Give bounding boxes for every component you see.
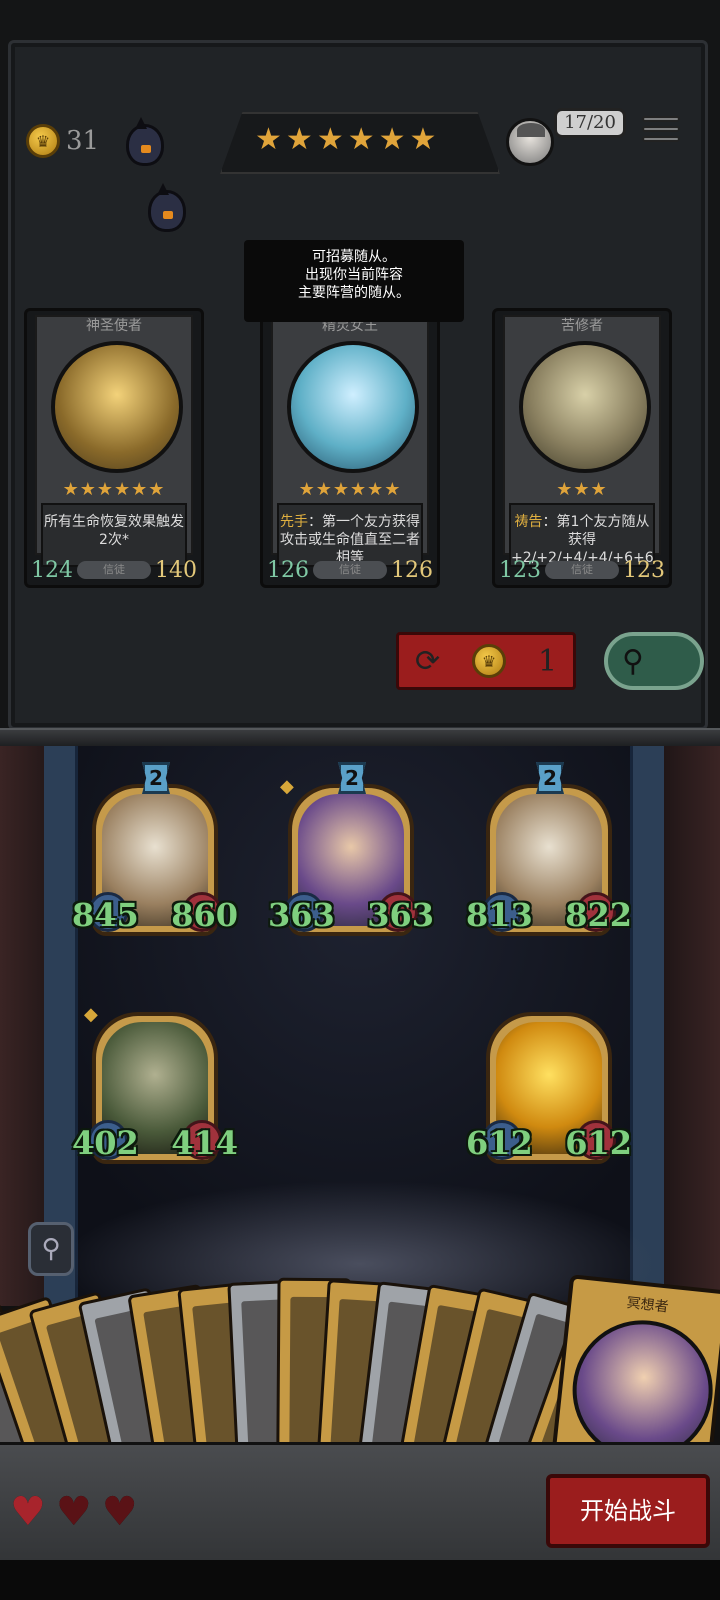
- minion-tier: 2: [142, 762, 170, 794]
- star-icon: ★: [347, 122, 375, 157]
- shop-card[interactable]: 精灵女王 ★★★★★★ 先手：第一个友方获得攻击或生命值直至二者相等 信徒 12…: [260, 308, 440, 588]
- menu-button[interactable]: [642, 116, 680, 152]
- minion-tier: 2: [338, 762, 366, 794]
- minion-health: 414: [171, 1124, 238, 1162]
- minion-attack: 612: [466, 1124, 533, 1162]
- gold-value: 31: [66, 126, 100, 156]
- player-avatar-icon[interactable]: [506, 118, 554, 166]
- minion-capacity: 17/20: [554, 108, 626, 138]
- card-stars: ★★★★★★: [298, 479, 402, 500]
- start-battle-button[interactable]: 开始战斗: [546, 1474, 710, 1548]
- refresh-icon: ⟳: [414, 643, 441, 679]
- board-minion[interactable]: 612 612: [466, 990, 632, 1164]
- card-attack: 123: [499, 558, 541, 583]
- crow-icon[interactable]: [126, 117, 164, 166]
- board-minion[interactable]: 2 813 822: [466, 762, 632, 936]
- search-icon: ⚲: [622, 643, 644, 679]
- star-icon: ★: [255, 122, 282, 157]
- card-attack: 126: [267, 558, 309, 583]
- divider: [0, 728, 720, 746]
- shop-card[interactable]: 神圣使者 ★★★★★★ 所有生命恢复效果触发2次* 信徒 124 140: [24, 308, 204, 588]
- card-portrait: [287, 341, 419, 473]
- heart-icon: ♥: [10, 1489, 46, 1535]
- crown-coin-icon: ♛: [26, 124, 60, 158]
- diamond-badge-icon: ◆: [280, 776, 294, 797]
- minion-attack: 402: [72, 1124, 139, 1162]
- minion-attack: 363: [268, 896, 335, 934]
- star-icon: ★: [378, 122, 406, 157]
- heart-icon: ♥: [55, 1489, 92, 1535]
- minion-tier: 2: [536, 762, 564, 794]
- card-name: 神圣使者: [86, 318, 142, 334]
- star-icon: ★: [285, 122, 313, 157]
- minion-attack: 845: [72, 896, 139, 934]
- card-stars: ★★★★★★: [62, 479, 166, 500]
- card-health: 123: [623, 558, 665, 583]
- card-health: 140: [155, 558, 197, 583]
- minion-health: 822: [565, 896, 632, 934]
- card-portrait: [51, 341, 183, 473]
- card-tribe: 信徒: [545, 561, 619, 579]
- card-portrait: [519, 341, 651, 473]
- lives: ♥ ♥ ♥: [10, 1492, 138, 1532]
- card-stars: ★★★: [556, 479, 608, 500]
- star-icon: ★: [409, 122, 437, 157]
- board-minion[interactable]: 2 ◆ 363 363: [268, 762, 434, 936]
- crow-icon[interactable]: [148, 183, 186, 232]
- card-name: 冥想者: [625, 1295, 670, 1316]
- card-tribe: 信徒: [313, 561, 387, 579]
- board-minion[interactable]: ◆ 402 414: [72, 990, 238, 1164]
- star-icon: ★: [316, 122, 344, 157]
- tavern-tier-stars: ★ ★ ★ ★ ★ ★: [255, 124, 436, 156]
- diamond-badge-icon: ◆: [84, 1004, 98, 1025]
- minion-attack: 813: [466, 896, 533, 934]
- refresh-button[interactable]: ⟳ ♛ 1: [396, 632, 576, 690]
- minion-health: 860: [171, 896, 238, 934]
- minion-health: 612: [565, 1124, 632, 1162]
- gold-counter: ♛ 31: [26, 124, 99, 158]
- card-tribe: 信徒: [77, 561, 151, 579]
- heart-icon: ♥: [101, 1489, 138, 1535]
- search-button[interactable]: ⚲: [604, 632, 704, 690]
- crown-coin-icon: ♛: [472, 644, 507, 678]
- refresh-cost: 1: [537, 643, 558, 679]
- minion-health: 363: [367, 896, 434, 934]
- card-name: 苦修者: [561, 318, 603, 334]
- shop-card[interactable]: 苦修者 ★★★ 祷告：第1个友方随从获得+2/+2/+4/+4/+6+6 信徒 …: [492, 308, 672, 588]
- board-minion[interactable]: 2 845 860: [72, 762, 238, 936]
- menu-icon: [642, 116, 680, 122]
- card-attack: 124: [31, 558, 73, 583]
- recruit-tooltip: 可招募随从。 出现你当前阵容 主要阵营的随从。: [244, 240, 464, 322]
- card-health: 126: [391, 558, 433, 583]
